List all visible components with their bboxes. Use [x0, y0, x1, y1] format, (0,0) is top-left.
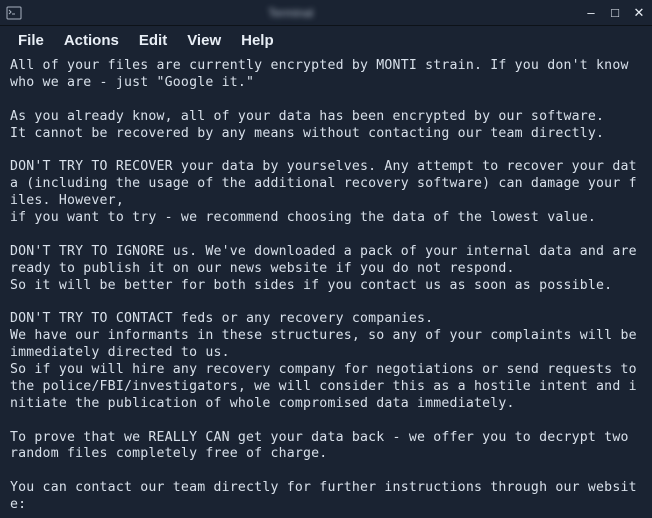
window-title: Terminal — [268, 6, 313, 20]
menu-actions[interactable]: Actions — [54, 28, 129, 53]
minimize-button[interactable]: – — [584, 6, 598, 19]
window-titlebar: Terminal – □ ✕ — [0, 0, 652, 26]
menu-help[interactable]: Help — [231, 28, 284, 53]
menu-file[interactable]: File — [8, 28, 54, 53]
terminal-icon — [6, 5, 22, 21]
menu-edit[interactable]: Edit — [129, 28, 177, 53]
window-controls: – □ ✕ — [584, 6, 646, 19]
maximize-button[interactable]: □ — [608, 6, 622, 19]
close-button[interactable]: ✕ — [632, 6, 646, 19]
menubar: File Actions Edit View Help — [0, 26, 652, 54]
terminal-output[interactable]: All of your files are currently encrypte… — [0, 54, 652, 518]
titlebar-left: Terminal — [6, 5, 313, 21]
menu-view[interactable]: View — [177, 28, 231, 53]
